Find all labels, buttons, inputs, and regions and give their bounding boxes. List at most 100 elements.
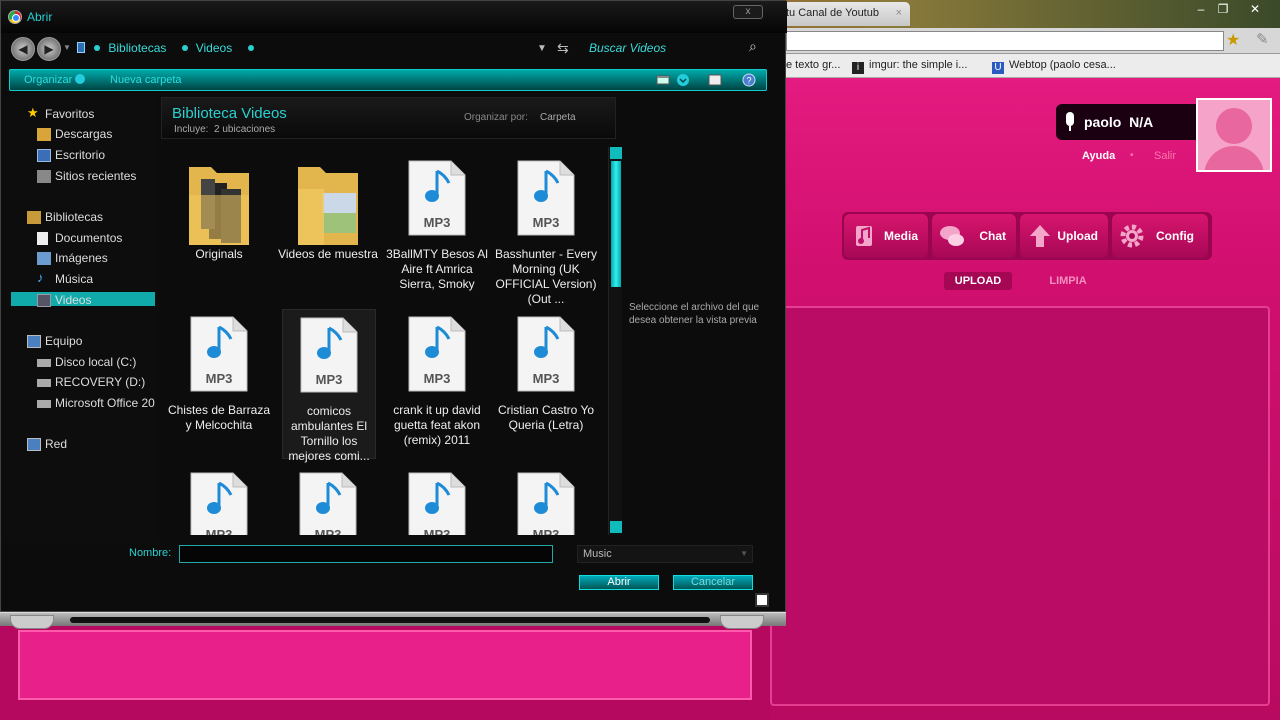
arrange-by-dropdown[interactable]: Carpeta xyxy=(540,112,576,123)
help-icon[interactable]: ? xyxy=(742,73,756,87)
maximize-icon[interactable]: ❐ xyxy=(1210,2,1236,16)
bookmark-item[interactable]: i imgur: the simple i... xyxy=(852,59,967,74)
page-footer xyxy=(0,620,770,720)
file-item-mp3[interactable]: MP3 xyxy=(494,459,598,535)
file-item-mp3[interactable]: MP3 xyxy=(276,459,380,535)
nav-media-label: Media xyxy=(883,229,918,243)
chat-bubble-icon xyxy=(940,226,964,246)
file-item-mp3[interactable]: MP3 xyxy=(385,459,489,535)
site-nav: Media Chat Upload Config xyxy=(842,212,1212,260)
sidebar-favorites[interactable]: ★ Favoritos xyxy=(27,105,94,121)
mp3-file-icon: MP3 xyxy=(300,317,358,393)
sidebar-item-drive-d[interactable]: RECOVERY (D:) xyxy=(37,375,145,389)
nav-config-button[interactable]: Config xyxy=(1112,214,1208,258)
sidebar-computer[interactable]: Equipo xyxy=(27,334,82,348)
sidebar-item-pictures[interactable]: Imágenes xyxy=(37,251,108,265)
library-includes[interactable]: Incluye: 2 ubicaciones xyxy=(174,124,275,135)
file-name: Chistes de Barraza y Melcochita xyxy=(167,403,271,432)
file-type-select[interactable]: Music ▼ xyxy=(577,545,753,563)
bookmark-item[interactable]: e texto gr... xyxy=(786,59,840,71)
scroll-up-arrow-icon[interactable] xyxy=(610,147,622,159)
file-item-mp3[interactable]: MP3 Cristian Castro Yo Queria (Letra) xyxy=(494,303,598,453)
folder-icon xyxy=(77,42,85,53)
view-options-icon[interactable] xyxy=(656,73,670,87)
view-dropdown-icon[interactable] xyxy=(676,73,690,87)
help-link[interactable]: Ayuda xyxy=(1082,150,1115,162)
url-input[interactable] xyxy=(786,31,1224,51)
nav-upload-button[interactable]: Upload xyxy=(1020,214,1108,258)
mp3-file-icon: MP3 xyxy=(299,472,357,535)
nav-media-button[interactable]: Media xyxy=(844,214,928,258)
logout-link[interactable]: Salir xyxy=(1154,150,1176,162)
file-item-mp3[interactable]: MP3 xyxy=(167,459,271,535)
file-item-originals[interactable]: Originals xyxy=(167,147,271,297)
mp3-file-icon: MP3 xyxy=(517,316,575,392)
breadcrumb-videos[interactable]: Videos xyxy=(196,41,232,55)
file-item-mp3[interactable]: MP3 3BallMTY Besos Al Aire ft Amrica Sie… xyxy=(385,147,489,297)
folder-icon xyxy=(189,167,249,245)
sidebar-item-videos[interactable]: Videos xyxy=(37,293,91,307)
browser-tab[interactable]: tu Canal de Youtub × xyxy=(770,2,910,26)
organize-label: Organizar xyxy=(24,74,73,86)
organize-button[interactable]: Organizar xyxy=(24,74,86,86)
file-item-mp3-hovered[interactable]: MP3 comicos ambulantes El Tornillo los m… xyxy=(282,309,376,463)
breadcrumb-expand-icon[interactable] xyxy=(247,45,254,51)
dialog-titlebar: Abrir x xyxy=(1,1,787,33)
new-folder-button[interactable]: Nueva carpeta xyxy=(110,74,182,86)
sidebar-item-drive-c[interactable]: Disco local (C:) xyxy=(37,355,136,369)
bookmark-label: e texto gr... xyxy=(786,59,841,71)
search-input[interactable]: Buscar Videos xyxy=(589,41,666,55)
svg-text:MP3: MP3 xyxy=(316,372,343,387)
sidebar-item-office[interactable]: Microsoft Office 20 xyxy=(37,396,155,410)
close-window-icon[interactable]: ✕ xyxy=(1242,2,1268,16)
breadcrumb-libraries[interactable]: Bibliotecas xyxy=(108,41,166,55)
back-icon[interactable]: ◀ xyxy=(11,37,35,61)
videos-icon xyxy=(37,294,51,307)
file-name: comicos ambulantes El Tornillo los mejor… xyxy=(288,404,370,463)
sidebar-item-recent[interactable]: Sitios recientes xyxy=(37,169,136,183)
sidebar-item-music[interactable]: ♪ Música xyxy=(37,270,93,286)
file-item-mp3[interactable]: MP3 Chistes de Barraza y Melcochita xyxy=(167,303,271,453)
sidebar-network[interactable]: Red xyxy=(27,437,67,451)
close-button[interactable]: x xyxy=(733,5,763,19)
history-dropdown-icon[interactable]: ▼ xyxy=(63,43,71,52)
clear-tab[interactable]: LIMPIA xyxy=(1040,272,1096,290)
preview-pane-icon[interactable] xyxy=(708,73,722,87)
gear-icon xyxy=(1120,224,1144,248)
upload-tab[interactable]: UPLOAD xyxy=(944,272,1012,290)
file-list-scrollbar[interactable] xyxy=(608,147,622,535)
sidebar-item-label: Microsoft Office 20 xyxy=(55,396,155,410)
filename-input[interactable] xyxy=(179,545,553,563)
refresh-icon[interactable]: ⇆ xyxy=(557,40,569,57)
bookmark-star-icon[interactable]: ★ xyxy=(1226,30,1240,50)
file-item-mp3[interactable]: MP3 Basshunter - Every Morning (UK OFFIC… xyxy=(494,147,598,306)
upload-arrow-icon xyxy=(1030,225,1050,247)
bookmark-item[interactable]: U Webtop (paolo cesa... xyxy=(992,59,1116,74)
library-header: Biblioteca Videos Incluye: 2 ubicaciones… xyxy=(161,97,616,139)
tab-close-icon[interactable]: × xyxy=(896,7,902,19)
nav-chat-button[interactable]: Chat xyxy=(932,214,1016,258)
sidebar-item-desktop[interactable]: Escritorio xyxy=(37,148,105,162)
scroll-thumb[interactable] xyxy=(611,161,621,287)
file-item-sample-videos[interactable]: Videos de muestra xyxy=(276,147,380,297)
chrome-icon xyxy=(8,10,22,24)
wrench-icon[interactable]: ✎ xyxy=(1256,30,1269,48)
network-icon xyxy=(27,438,41,451)
scroll-down-arrow-icon[interactable] xyxy=(610,521,622,533)
svg-text:MP3: MP3 xyxy=(206,527,233,535)
avatar[interactable] xyxy=(1196,98,1272,172)
forward-icon[interactable]: ▶ xyxy=(37,37,61,61)
open-button[interactable]: Abrir xyxy=(579,575,659,590)
sidebar-item-downloads[interactable]: Descargas xyxy=(37,127,112,141)
file-item-mp3[interactable]: MP3 crank it up david guetta feat akon (… xyxy=(385,303,489,453)
address-dropdown-icon[interactable]: ▼ xyxy=(537,43,547,54)
breadcrumb: Bibliotecas Videos xyxy=(77,41,268,55)
sidebar-item-documents[interactable]: Documentos xyxy=(37,231,122,245)
mp3-file-icon: MP3 xyxy=(408,472,466,535)
web-page: paolo N/A Ayuda • Salir Media Chat Uploa… xyxy=(770,78,1280,720)
drive-icon xyxy=(37,379,51,387)
resize-grip-icon[interactable] xyxy=(755,593,769,607)
sidebar-libraries[interactable]: Bibliotecas xyxy=(27,210,103,224)
search-icon[interactable]: ⌕ xyxy=(749,38,757,55)
cancel-button[interactable]: Cancelar xyxy=(673,575,753,590)
